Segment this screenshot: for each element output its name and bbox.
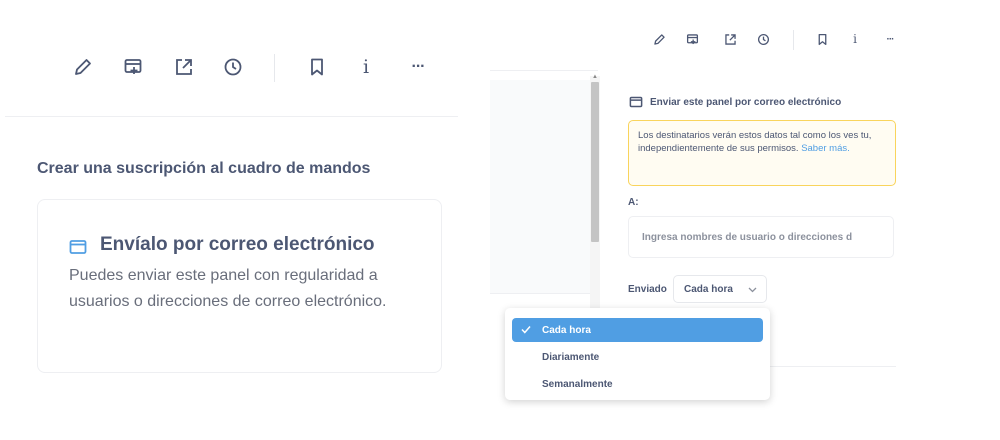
bookmark-icon[interactable] bbox=[306, 56, 328, 78]
info-icon[interactable]: i bbox=[355, 56, 377, 78]
more-icon[interactable]: ··· bbox=[407, 56, 429, 78]
frequency-option-label: Semanalmente bbox=[542, 379, 613, 390]
toolbar-divider bbox=[793, 30, 794, 50]
toolbar-divider bbox=[274, 54, 275, 82]
frequency-option-weekly[interactable]: Semanalmente bbox=[512, 372, 763, 396]
add-to-panel-icon[interactable] bbox=[685, 32, 699, 46]
send-panel-title: Enviar este panel por correo electrónico bbox=[650, 97, 842, 108]
scrollbar-thumb[interactable] bbox=[591, 82, 599, 242]
frequency-option-label: Cada hora bbox=[542, 325, 591, 336]
permission-warning: Los destinatarios verán estos datos tal … bbox=[628, 120, 896, 186]
envelope-icon bbox=[68, 238, 88, 256]
divider bbox=[490, 70, 598, 71]
page-title: Crear una suscripción al cuadro de mando… bbox=[37, 160, 371, 177]
pencil-icon[interactable] bbox=[72, 56, 94, 78]
add-to-panel-icon[interactable] bbox=[122, 56, 144, 78]
envelope-icon bbox=[629, 96, 643, 108]
frequency-select[interactable]: Cada hora bbox=[673, 275, 767, 303]
frequency-option-daily[interactable]: Diariamente bbox=[512, 345, 763, 369]
share-icon[interactable] bbox=[723, 32, 737, 46]
more-icon[interactable]: ··· bbox=[883, 32, 897, 46]
pencil-icon[interactable] bbox=[652, 32, 666, 46]
learn-more-link[interactable]: Saber más. bbox=[801, 143, 850, 154]
email-option-card[interactable]: Envíalo por correo electrónico Puedes en… bbox=[37, 199, 442, 373]
recipients-label: A: bbox=[628, 197, 639, 208]
frequency-option-hourly[interactable]: Cada hora bbox=[512, 318, 763, 342]
card-description: Puedes enviar este panel con regularidad… bbox=[69, 267, 387, 310]
divider bbox=[5, 116, 458, 117]
check-icon bbox=[521, 325, 531, 334]
info-icon[interactable]: i bbox=[848, 32, 862, 46]
frequency-dropdown: Cada hora Diariamente Semanalmente bbox=[505, 308, 770, 400]
background-panel bbox=[490, 80, 590, 294]
recipients-input[interactable] bbox=[628, 216, 894, 258]
scroll-up-arrow[interactable]: ▲ bbox=[592, 74, 598, 80]
frequency-option-label: Diariamente bbox=[542, 352, 600, 363]
frequency-label: Enviado bbox=[628, 284, 667, 295]
bookmark-icon[interactable] bbox=[815, 32, 829, 46]
clock-icon[interactable] bbox=[222, 56, 244, 78]
chevron-down-icon bbox=[748, 286, 757, 293]
subscription-panel-left: i ··· Crear una suscripción al cuadro de… bbox=[0, 0, 460, 440]
card-heading: Envíalo por correo electrónico bbox=[100, 234, 375, 255]
share-icon[interactable] bbox=[173, 56, 195, 78]
frequency-value: Cada hora bbox=[684, 284, 733, 295]
subscription-panel-right: i ··· ▲ Enviar este panel por correo ele… bbox=[490, 0, 910, 440]
clock-icon[interactable] bbox=[756, 32, 770, 46]
